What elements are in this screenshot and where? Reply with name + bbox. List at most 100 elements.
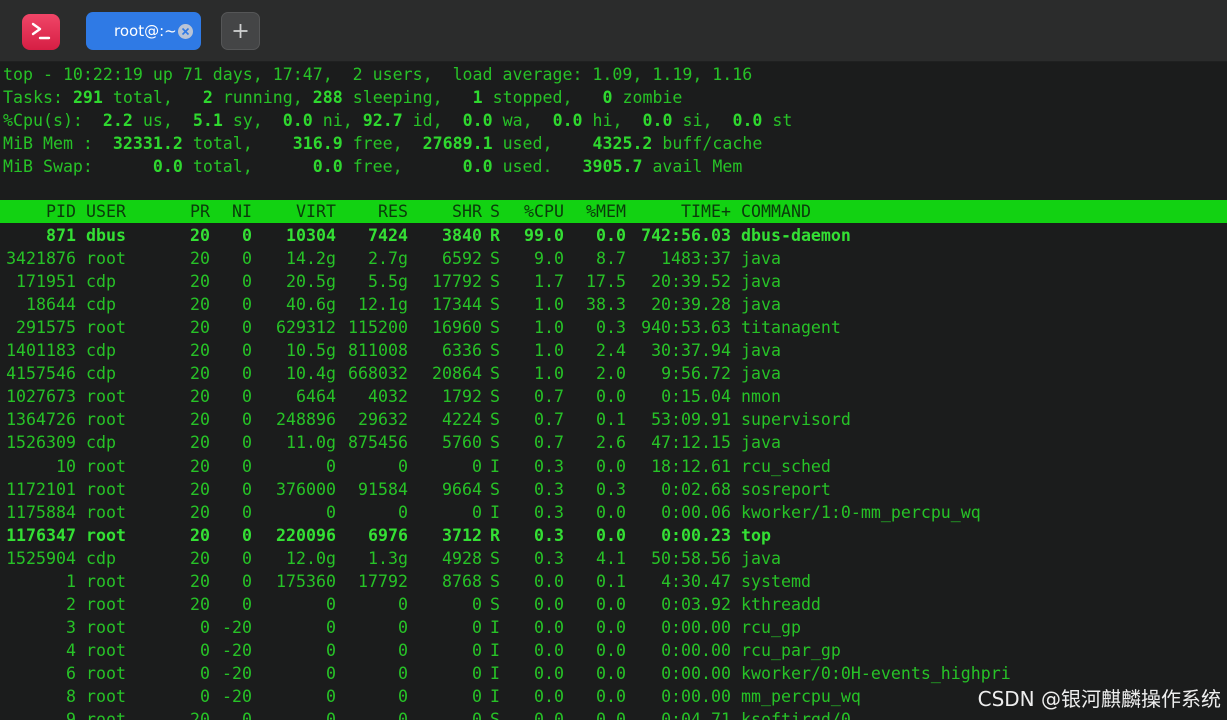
cell-ni: 0 [242,548,252,568]
cell-pr: 20 [190,387,210,407]
process-row[interactable]: 1364726 root 20 0 248896 29632 4224 S 0.7 0.1 53:0… [0,408,1227,431]
process-table-header[interactable]: PID USER PR NI VIRT RES SHR S %CPU %MEM … [0,200,1227,223]
cell-time: 50:58.56 [651,548,731,568]
cell-pid: 1027673 [6,387,76,407]
cell-pr: 20 [190,295,210,315]
cell-virt: 0 [326,502,336,522]
cell-s: I [490,640,500,660]
process-row[interactable]: 1027673 root 20 0 6464 4032 1792 S 0.7 0.0 0:15.04… [0,385,1227,408]
header-pid[interactable]: PID [0,200,76,223]
cell-ni: 0 [242,456,252,476]
cell-command: nmon [741,387,781,407]
header-ni[interactable]: NI [218,200,252,223]
cell-time: 18:12.61 [651,456,731,476]
process-row[interactable]: 1172101 root 20 0 376000 91584 9664 S 0.3 0.3 0:02… [0,478,1227,501]
cell-user: root [86,479,126,499]
cell-user: dbus [86,226,126,245]
cell-command: java [741,548,781,568]
tab-bar: root@:~ [0,0,1227,62]
cell-shr: 4224 [442,410,482,430]
cell-ni: 0 [242,594,252,614]
cell-s: S [490,387,500,407]
process-row[interactable]: 3421876 root 20 0 14.2g 2.7g 6592 S 9.0 8.7 1483:3… [0,247,1227,270]
header-virt[interactable]: VIRT [262,200,336,223]
cell-cpu: 1.0 [534,295,564,315]
cell-cpu: 1.7 [534,272,564,292]
cell-cpu: 9.0 [534,249,564,269]
cell-pr: 20 [190,479,210,499]
cell-pid: 8 [66,687,76,706]
process-row[interactable]: 1 root 20 0 175360 17792 8768 S 0.0 0.1 4:30.47 sys… [0,570,1227,593]
cell-time: 4:30.47 [661,571,731,591]
cell-res: 0 [398,594,408,614]
cell-command: java [741,272,781,292]
cell-pr: 20 [190,594,210,614]
cell-mem: 0.0 [596,502,626,522]
terminal-prompt-icon[interactable] [22,14,60,50]
terminal-output[interactable]: top - 10:22:19 up 71 days, 17:47, 2 user… [0,62,1227,720]
process-row[interactable]: 871 dbus 20 0 10304 7424 3840 R 99.0 0.0 742:56.03… [0,224,1227,247]
cell-ni: 0 [242,387,252,407]
process-row[interactable]: 1176347 root 20 0 220096 6976 3712 R 0.3 0.0 0:00.… [0,524,1227,547]
cell-cpu: 0.3 [534,456,564,476]
header-command[interactable]: COMMAND [741,200,1041,223]
cell-pid: 3421876 [6,249,76,269]
cell-pr: 20 [190,571,210,591]
header-user[interactable]: USER [86,200,166,223]
cell-time: 0:00.23 [661,525,731,545]
process-row[interactable]: 171951 cdp 20 0 20.5g 5.5g 17792 S 1.7 17.5 20:39.… [0,270,1227,293]
cell-command: kworker/1:0-mm_percpu_wq [741,502,981,522]
process-row[interactable]: 6 root 0 -20 0 0 0 I 0.0 0.0 0:00.00 kworker/0:0H-e… [0,662,1227,685]
cell-s: I [490,456,500,476]
cell-pid: 6 [66,663,76,683]
cell-time: 0:00.00 [661,640,731,660]
header-mem[interactable]: %MEM [572,200,626,223]
cell-res: 7424 [368,226,408,245]
cell-pid: 1 [66,571,76,591]
close-icon[interactable] [178,24,193,39]
cell-time: 0:04.71 [661,710,731,720]
process-row[interactable]: 2 root 20 0 0 0 0 S 0.0 0.0 0:03.92 kthreadd [0,593,1227,616]
cell-virt: 10.5g [286,341,336,361]
cell-user: root [86,687,126,706]
cell-cpu: 0.3 [534,479,564,499]
cell-virt: 12.0g [286,548,336,568]
plus-icon [233,24,248,38]
process-row[interactable]: 4 root 0 -20 0 0 0 I 0.0 0.0 0:00.00 rcu_par_gp [0,639,1227,662]
process-row[interactable]: 1525904 cdp 20 0 12.0g 1.3g 4928 S 0.3 4.1 50:58.5… [0,547,1227,570]
cell-cpu: 0.0 [534,687,564,706]
cell-s: S [490,272,500,292]
process-row[interactable]: 4157546 cdp 20 0 10.4g 668032 20864 S 1.0 2.0 9:56… [0,362,1227,385]
header-state[interactable]: S [490,200,504,223]
cell-s: S [490,249,500,269]
process-row[interactable]: 10 root 20 0 0 0 0 I 0.3 0.0 18:12.61 rcu_sched [0,455,1227,478]
cell-pid: 1175884 [6,502,76,522]
header-res[interactable]: RES [340,200,408,223]
process-row[interactable]: 1526309 cdp 20 0 11.0g 875456 5760 S 0.7 2.6 47:12… [0,431,1227,454]
cell-user: root [86,318,126,338]
header-shr[interactable]: SHR [414,200,482,223]
process-row[interactable]: 18644 cdp 20 0 40.6g 12.1g 17344 S 1.0 38.3 20:39.… [0,293,1227,316]
process-row[interactable]: 1401183 cdp 20 0 10.5g 811008 6336 S 1.0 2.4 30:37… [0,339,1227,362]
cell-cpu: 0.0 [534,640,564,660]
tab-root-terminal[interactable]: root@:~ [86,12,201,50]
new-tab-button[interactable] [221,12,260,50]
process-row[interactable]: 1175884 root 20 0 0 0 0 I 0.3 0.0 0:00.06 kworker/1… [0,501,1227,524]
process-row[interactable]: 3 root 0 -20 0 0 0 I 0.0 0.0 0:00.00 rcu_gp [0,616,1227,639]
cell-res: 6976 [368,525,408,545]
cell-user: root [86,525,126,545]
header-cpu[interactable]: %CPU [510,200,564,223]
process-row[interactable]: 291575 root 20 0 629312 115200 16960 S 1.0 0.3 940… [0,316,1227,339]
header-time[interactable]: TIME+ [634,200,731,223]
cell-shr: 0 [472,640,482,660]
cell-pr: 20 [190,226,210,245]
cell-time: 47:12.15 [651,433,731,453]
cell-cpu: 1.0 [534,341,564,361]
cell-shr: 3840 [442,226,482,245]
cell-time: 940:53.63 [641,318,731,338]
cell-shr: 0 [472,617,482,637]
cell-command: sosreport [741,479,831,499]
cell-shr: 5760 [442,433,482,453]
cell-s: S [490,710,500,720]
header-pr[interactable]: PR [180,200,210,223]
